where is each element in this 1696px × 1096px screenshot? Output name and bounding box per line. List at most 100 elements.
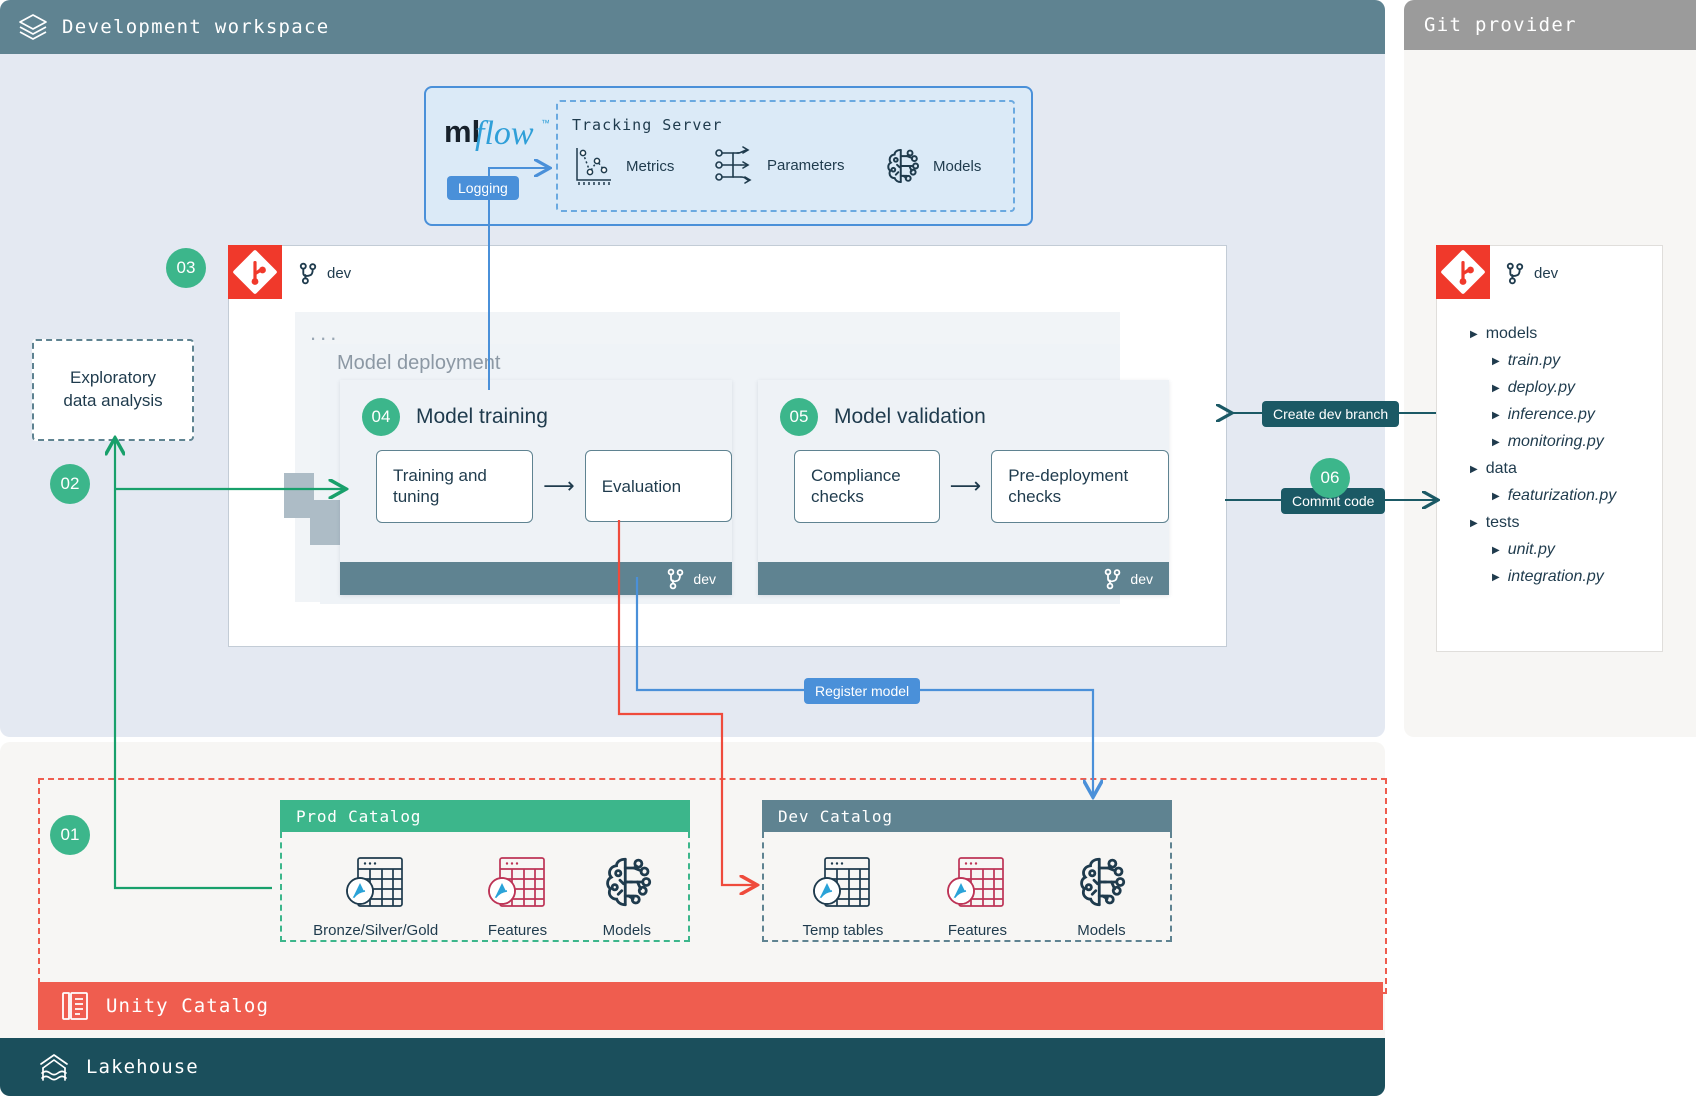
git-file-tree: ▶models▶train.py▶deploy.py▶inference.py▶… <box>1470 325 1670 595</box>
step-badge-03: 03 <box>166 248 206 288</box>
tree-item-label: monitoring.py <box>1508 433 1604 451</box>
git-branch-icon <box>298 262 318 285</box>
step-badge-06: 06 <box>1310 458 1350 498</box>
dev-catalog-header: Dev Catalog <box>762 800 1172 832</box>
catalog-item-label: Bronze/Silver/Gold <box>313 922 438 939</box>
tree-item[interactable]: ▶featurization.py <box>1492 487 1670 505</box>
tree-item-label: models <box>1486 325 1538 343</box>
lakehouse-icon <box>38 1051 70 1083</box>
catalog-item-label: Features <box>948 922 1007 939</box>
tree-item-label: tests <box>1486 514 1520 532</box>
git-provider-header: Git provider <box>1404 0 1696 50</box>
stage-branch-name: dev <box>1130 571 1153 587</box>
catalog-item-label: Models <box>603 922 651 939</box>
step-badge-01: 01 <box>50 815 90 855</box>
tracking-item-label: Metrics <box>626 158 674 175</box>
tree-item[interactable]: ▶ unit.py <box>1492 541 1670 559</box>
git-provider-title: Git provider <box>1424 14 1577 36</box>
dev-catalog-title: Dev Catalog <box>778 807 893 826</box>
git-branch-icon <box>1103 568 1122 590</box>
tracking-item-metrics: Metrics <box>572 145 674 187</box>
catalog-item-models[interactable]: Models <box>597 854 657 939</box>
step-badge-05: 05 <box>780 398 818 436</box>
tree-item[interactable]: ▶ tests <box>1470 514 1670 532</box>
tree-item-label: train.py <box>1508 352 1560 370</box>
stage-branch-name: dev <box>693 571 716 587</box>
flow-arrow-icon: ⟶ <box>950 475 982 497</box>
repo-branch-name: dev <box>327 265 351 282</box>
dev-catalog-body: Temp tables Features Models <box>762 832 1172 942</box>
tree-item[interactable]: ▶ deploy.py <box>1492 379 1670 397</box>
prod-catalog-title: Prod Catalog <box>296 807 421 826</box>
svg-text:flow: flow <box>475 115 534 152</box>
catalog-item-label: Features <box>488 922 547 939</box>
caret-right-icon: ▶ <box>1492 437 1500 448</box>
lakehouse-bar: Lakehouse <box>0 1038 1385 1096</box>
stage-title: Model training <box>416 405 548 429</box>
git-tree-branch-indicator: dev <box>1505 262 1558 285</box>
development-workspace-header: Development workspace <box>0 0 1385 54</box>
tree-item[interactable]: ▶train.py <box>1492 352 1670 370</box>
stage-header: 04 Model training <box>340 380 732 436</box>
tree-item-label: unit.py <box>1508 541 1555 559</box>
tree-item[interactable]: ▶ data <box>1470 460 1670 478</box>
tree-item[interactable]: ▶inference.py <box>1492 406 1670 424</box>
catalog-item-label: Temp tables <box>803 922 884 939</box>
tree-item[interactable]: ▶integration.py <box>1492 568 1670 586</box>
svg-text:™: ™ <box>541 118 549 128</box>
feature-table-icon <box>485 854 551 910</box>
unity-catalog-boundary <box>38 778 1387 994</box>
tree-item-label: featurization.py <box>1508 487 1617 505</box>
card-stack-tab-2 <box>310 500 340 545</box>
tree-item-label: deploy.py <box>1508 379 1575 397</box>
parameters-branch-icon <box>713 145 757 185</box>
repo-branch-indicator: dev <box>298 262 351 285</box>
caret-right-icon: ▶ <box>1470 518 1478 529</box>
tree-item[interactable]: ▶ monitoring.py <box>1492 433 1670 451</box>
delta-table-icon <box>343 854 409 910</box>
catalog-item-temp-tables[interactable]: Temp tables <box>803 854 884 939</box>
layers-icon <box>18 13 48 41</box>
step-badge-04: 04 <box>362 398 400 436</box>
caret-right-icon: ▶ <box>1470 329 1478 340</box>
stage-box-compliance-checks[interactable]: Compliance checks <box>794 450 940 523</box>
logging-badge: Logging <box>447 176 519 200</box>
prod-catalog-body: Bronze/Silver/Gold Features Models <box>280 832 690 942</box>
step-badge-02: 02 <box>50 464 90 504</box>
dev-catalog: Dev Catalog Temp tables Features Models <box>762 800 1172 942</box>
git-logo-icon <box>1436 245 1490 299</box>
metrics-chart-icon <box>572 145 616 187</box>
flow-arrow-icon: ⟶ <box>543 475 575 497</box>
model-deployment-label: Model deployment <box>337 352 500 375</box>
feature-table-icon <box>944 854 1010 910</box>
catalog-item-features[interactable]: Features <box>485 854 551 939</box>
caret-right-icon: ▶ <box>1492 383 1500 394</box>
card-stack-dots: ... <box>310 320 340 346</box>
tree-item[interactable]: ▶ models <box>1470 325 1670 343</box>
stage-header: 05 Model validation <box>758 380 1169 436</box>
tree-item-label: data <box>1486 460 1517 478</box>
catalog-item-bronze-silver-gold[interactable]: Bronze/Silver/Gold <box>313 854 438 939</box>
catalog-item-features[interactable]: Features <box>944 854 1010 939</box>
delta-table-icon <box>810 854 876 910</box>
caret-right-icon: ▶ <box>1492 545 1500 556</box>
git-branch-icon <box>666 568 685 590</box>
stage-box-pre-deployment-checks[interactable]: Pre-deployment checks <box>991 450 1169 523</box>
catalog-item-label: Models <box>1077 922 1125 939</box>
unity-catalog-bar: Unity Catalog <box>38 982 1383 1030</box>
tracking-item-label: Parameters <box>767 157 845 174</box>
tracking-item-models: Models <box>881 145 981 187</box>
stage-box-training-and-tuning[interactable]: Training and tuning <box>376 450 533 523</box>
brain-circuit-icon <box>597 854 657 910</box>
stage-footer-branch: dev <box>340 562 732 595</box>
catalog-item-models[interactable]: Models <box>1071 854 1131 939</box>
development-workspace-title: Development workspace <box>62 16 330 38</box>
stage-box-evaluation[interactable]: Evaluation <box>585 450 732 522</box>
exploratory-data-analysis-box: Exploratorydata analysis <box>32 339 194 441</box>
caret-right-icon: ▶ <box>1470 464 1478 475</box>
tracking-item-label: Models <box>933 158 981 175</box>
create-dev-branch-badge: Create dev branch <box>1262 401 1399 427</box>
stage-flow: Compliance checks ⟶ Pre-deployment check… <box>758 436 1169 523</box>
tree-item-label: integration.py <box>1508 568 1604 586</box>
tree-item-label: inference.py <box>1508 406 1595 424</box>
